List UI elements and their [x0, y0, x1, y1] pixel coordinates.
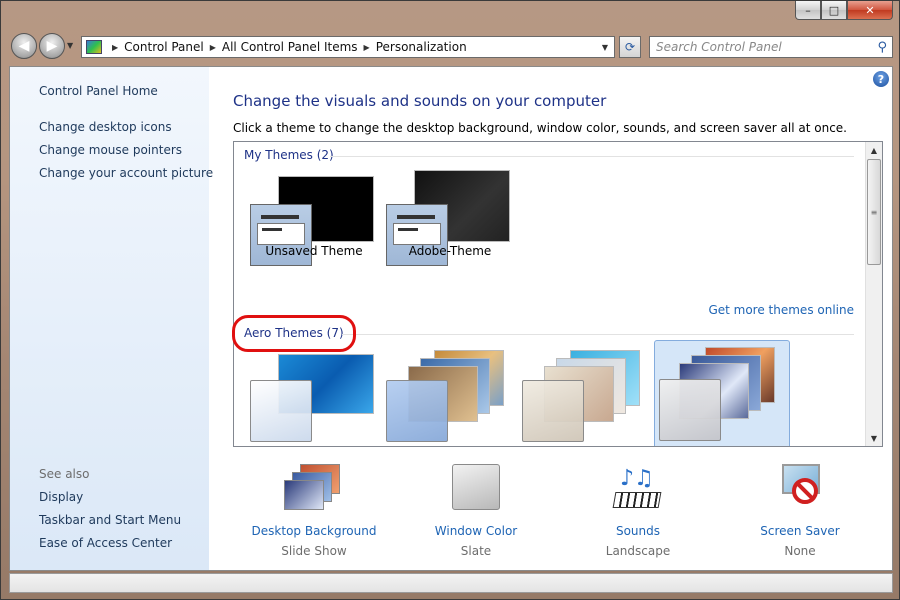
group-divider — [330, 156, 854, 157]
scroll-up-icon[interactable]: ▲ — [866, 142, 882, 158]
caption-buttons: – □ ✕ — [795, 1, 893, 21]
breadcrumb-personalization[interactable]: Personalization — [376, 40, 467, 54]
status-bar — [9, 573, 893, 593]
desktop-background-option[interactable]: Desktop Background Slide Show — [239, 464, 389, 558]
help-icon[interactable]: ? — [873, 71, 889, 87]
close-button[interactable]: ✕ — [847, 1, 893, 20]
breadcrumb-separator-icon[interactable]: ▶ — [364, 43, 370, 52]
screen-saver-option[interactable]: Screen Saver None — [725, 464, 875, 558]
sidebar-item-control-panel-home[interactable]: Control Panel Home — [39, 84, 158, 98]
theme-adobe[interactable] — [384, 170, 520, 282]
window-frame: – □ ✕ ◀ ▶ ▼ ▶ Control Panel ▶ All Contro… — [0, 0, 900, 600]
navigation-bar: ◀ ▶ ▼ ▶ Control Panel ▶ All Control Pane… — [9, 31, 893, 61]
glass-preview-icon — [386, 380, 448, 442]
window-color-label[interactable]: Window Color — [401, 524, 551, 538]
aero-theme-architecture[interactable] — [384, 350, 520, 446]
search-placeholder: Search Control Panel — [656, 40, 782, 54]
annotation-highlight — [232, 315, 356, 352]
recent-pages-dropdown[interactable]: ▼ — [67, 41, 73, 50]
page-subtitle: Click a theme to change the desktop back… — [233, 121, 847, 135]
sidebar-item-taskbar[interactable]: Taskbar and Start Menu — [39, 513, 181, 527]
desktop-background-value: Slide Show — [281, 544, 347, 558]
theme-unsaved[interactable] — [248, 170, 384, 282]
get-more-themes-link[interactable]: Get more themes online — [708, 303, 854, 317]
aero-theme-landscapes-selected[interactable] — [654, 340, 790, 446]
sounds-value: Landscape — [605, 544, 671, 558]
minimize-button[interactable]: – — [795, 1, 821, 20]
search-icon[interactable]: ⚲ — [877, 40, 887, 55]
sidebar-item-desktop-icons[interactable]: Change desktop icons — [39, 120, 172, 134]
glass-preview-icon — [659, 379, 721, 441]
glass-preview-icon — [522, 380, 584, 442]
address-bar[interactable]: ▶ Control Panel ▶ All Control Panel Item… — [81, 36, 615, 58]
see-also-heading: See also — [39, 467, 90, 481]
scroll-down-icon[interactable]: ▼ — [866, 430, 882, 446]
refresh-button[interactable]: ⟳ — [619, 36, 641, 58]
breadcrumb-separator-icon[interactable]: ▶ — [210, 43, 216, 52]
group-divider — [342, 334, 854, 335]
search-input[interactable]: Search Control Panel ⚲ — [649, 36, 893, 58]
breadcrumb-all-items[interactable]: All Control Panel Items — [222, 40, 358, 54]
forward-button[interactable]: ▶ — [39, 33, 65, 59]
sounds-icon: ♪♫ — [608, 464, 668, 518]
page-title: Change the visuals and sounds on your co… — [233, 92, 607, 110]
window-color-value: Slate — [460, 544, 492, 558]
themes-scrollbar[interactable]: ▲ ≡ ▼ — [865, 142, 882, 446]
sounds-label[interactable]: Sounds — [563, 524, 713, 538]
back-button[interactable]: ◀ — [11, 33, 37, 59]
glass-preview-icon — [250, 380, 312, 442]
screen-saver-value: None — [784, 544, 816, 558]
breadcrumb-control-panel[interactable]: Control Panel — [124, 40, 204, 54]
themes-list[interactable]: My Themes (2) Unsaved Theme Adobe-Theme … — [233, 141, 883, 447]
sidebar-item-display[interactable]: Display — [39, 490, 83, 504]
screen-saver-label[interactable]: Screen Saver — [725, 524, 875, 538]
address-dropdown-icon[interactable]: ▼ — [596, 43, 614, 52]
sounds-option[interactable]: ♪♫ Sounds Landscape — [563, 464, 713, 558]
sidebar: Control Panel Home Change desktop icons … — [10, 67, 213, 570]
sidebar-item-account-picture[interactable]: Change your account picture — [39, 166, 213, 180]
slideshow-icon — [284, 464, 344, 518]
maximize-button[interactable]: □ — [821, 1, 847, 20]
my-themes-header[interactable]: My Themes (2) — [244, 148, 334, 162]
window-color-option[interactable]: Window Color Slate — [401, 464, 551, 558]
content-area: Control Panel Home Change desktop icons … — [9, 66, 893, 571]
control-panel-icon — [86, 40, 102, 54]
sidebar-item-mouse-pointers[interactable]: Change mouse pointers — [39, 143, 182, 157]
aero-theme-characters[interactable] — [520, 350, 656, 446]
screen-saver-icon — [770, 464, 830, 518]
sidebar-item-ease-of-access[interactable]: Ease of Access Center — [39, 536, 172, 550]
aero-theme-windows7[interactable] — [248, 350, 384, 446]
breadcrumb-separator-icon[interactable]: ▶ — [112, 43, 118, 52]
desktop-background-label[interactable]: Desktop Background — [239, 524, 389, 538]
window-color-icon — [446, 464, 506, 518]
scroll-thumb[interactable]: ≡ — [867, 159, 881, 265]
theme-label[interactable]: Adobe-Theme — [370, 244, 530, 258]
